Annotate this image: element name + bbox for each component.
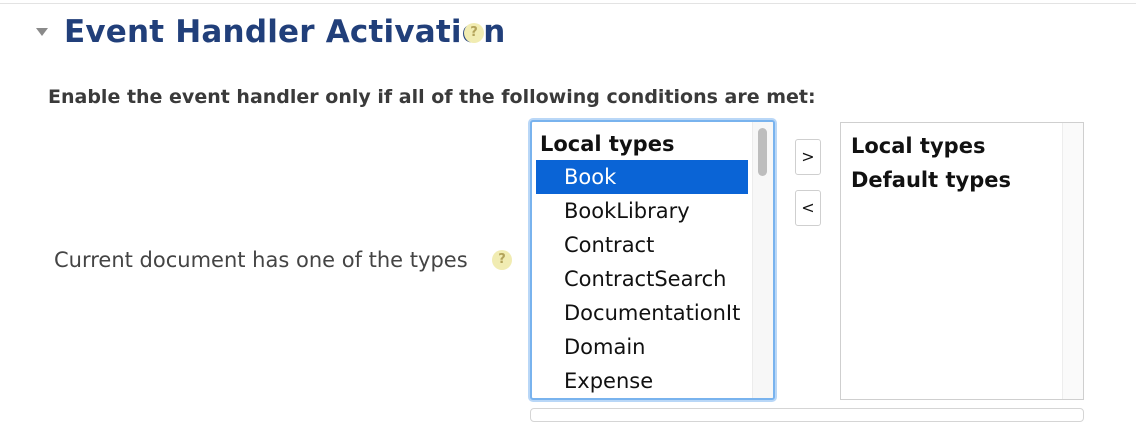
doc-types-help-icon[interactable]: ? [492, 250, 512, 270]
available-types-options: Local types Book BookLibrary Contract Co… [536, 128, 748, 398]
option-booklibrary[interactable]: BookLibrary [536, 194, 748, 228]
selected-types-options: Local types Default types [847, 129, 1047, 197]
available-types-scrollbar[interactable] [752, 122, 773, 398]
section-help-icon[interactable]: ? [464, 23, 484, 43]
option-book[interactable]: Book [536, 160, 748, 194]
add-type-button[interactable]: > [795, 139, 821, 175]
option-contract[interactable]: Contract [536, 228, 748, 262]
option-domain[interactable]: Domain [536, 330, 748, 364]
next-condition-field[interactable] [530, 408, 1084, 422]
section-title: Event Handler Activation [64, 14, 506, 50]
top-divider [0, 3, 1136, 4]
optgroup-local-types: Local types [540, 132, 675, 156]
remove-type-button[interactable]: < [795, 190, 821, 226]
option-contractsearch[interactable]: ContractSearch [536, 262, 748, 296]
selected-types-listbox[interactable]: Local types Default types [840, 122, 1084, 400]
optgroup-local-types-selected: Local types [851, 134, 986, 158]
option-documentationitem[interactable]: DocumentationIt [536, 296, 748, 330]
optgroup-default-types-selected: Default types [851, 168, 1011, 192]
available-types-scroll-thumb[interactable] [758, 128, 767, 176]
conditions-intro: Enable the event handler only if all of … [48, 86, 816, 108]
collapse-triangle-icon[interactable] [36, 28, 48, 36]
available-types-listbox[interactable]: Local types Book BookLibrary Contract Co… [530, 120, 775, 400]
selected-types-scrollbar[interactable] [1062, 123, 1083, 399]
option-expense[interactable]: Expense [536, 364, 748, 398]
doc-types-label: Current document has one of the types [54, 248, 468, 272]
